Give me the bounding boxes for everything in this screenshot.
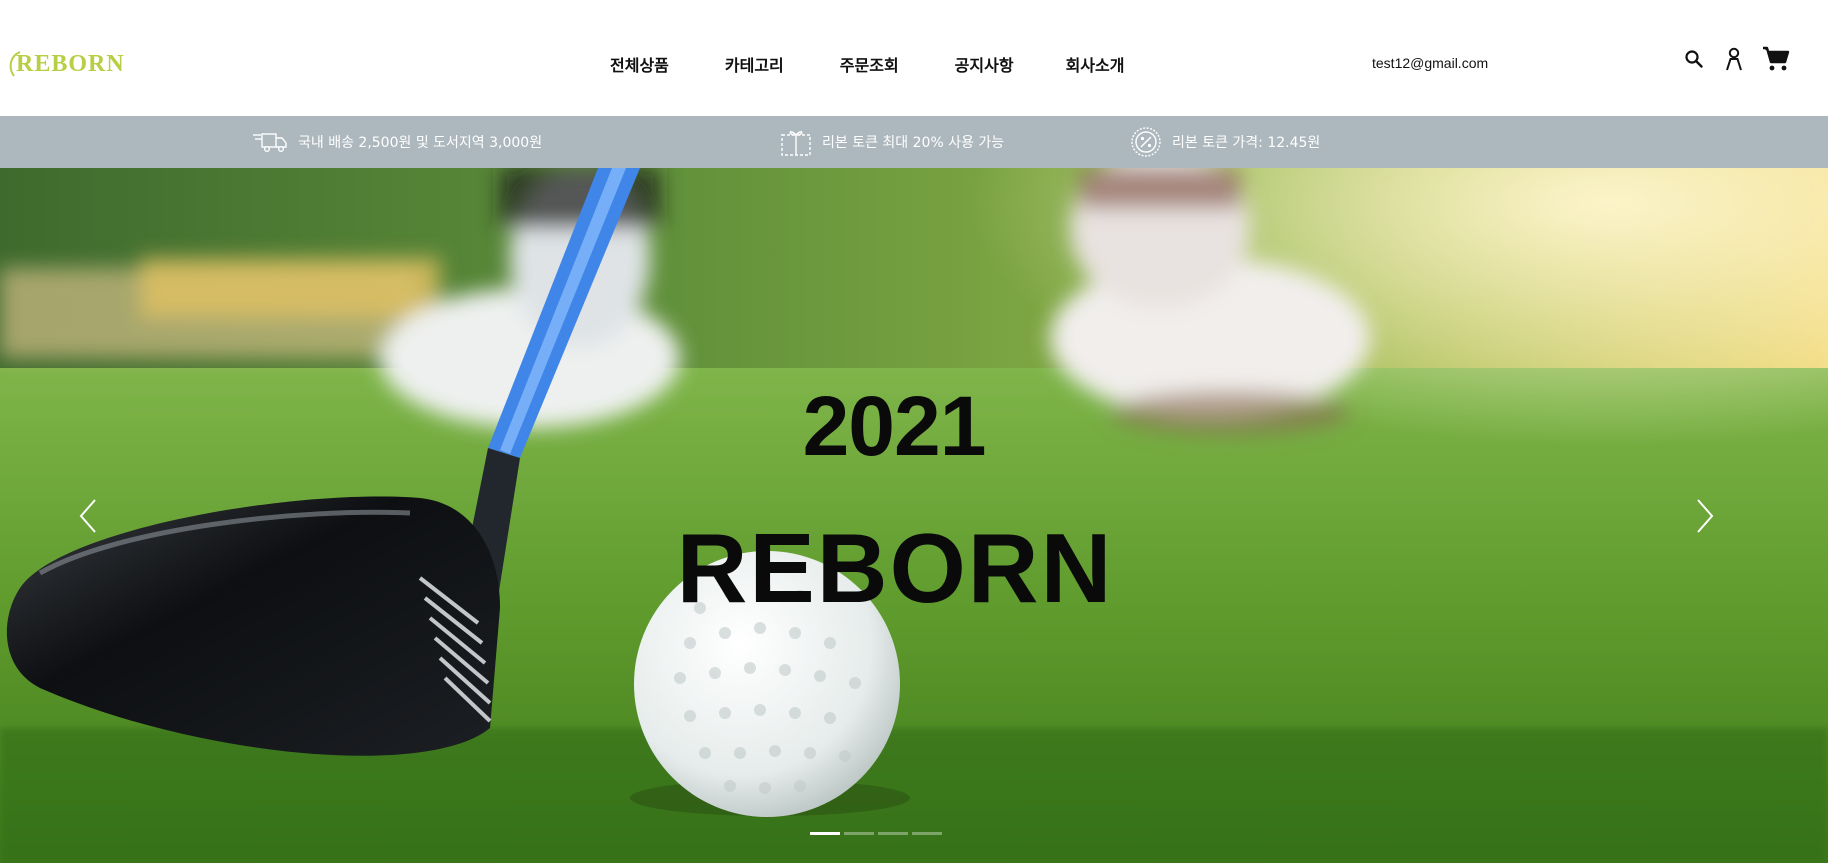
site-logo[interactable]: REBORN [6,44,125,84]
hero-slider: 2021 REBORN [0,168,1828,863]
nav-item-all-products[interactable]: 전체상품 [610,52,669,76]
nav-item-about[interactable]: 회사소개 [1066,52,1125,76]
info-text-token-price: 리본 토큰 가격: 12.45원 [1172,135,1321,151]
hero-title: REBORN [676,513,1114,623]
slider-pagination [810,832,942,835]
percent-badge-icon [1130,126,1162,158]
logo-text: REBORN [16,50,125,77]
nav-item-notice[interactable]: 공지사항 [955,52,1014,76]
main-nav: 전체상품 카테고리 주문조회 공지사항 회사소개 [610,52,1124,76]
delivery-truck-icon [252,131,288,153]
site-header: REBORN 전체상품 카테고리 주문조회 공지사항 회사소개 test12@g… [0,0,1828,116]
nav-item-category[interactable]: 카테고리 [725,52,784,76]
cart-icon[interactable] [1762,46,1790,72]
info-item-token-price: 리본 토큰 가격: 12.45원 [1130,116,1320,168]
slider-dot[interactable] [844,832,874,835]
search-icon[interactable] [1684,49,1704,69]
user-email[interactable]: test12@gmail.com [1372,55,1488,71]
slider-dot[interactable] [810,832,840,835]
info-bar: 국내 배송 2,500원 및 도서지역 3,000원 리본 토큰 최대 20% … [0,116,1828,168]
info-text-token-usage: 리본 토큰 최대 20% 사용 가능 [822,135,1005,151]
header-icons [1684,46,1790,72]
slider-prev-arrow-icon[interactable] [78,498,98,538]
info-item-shipping: 국내 배송 2,500원 및 도서지역 3,000원 [252,116,542,168]
nav-item-order-lookup[interactable]: 주문조회 [840,52,899,76]
gift-coupon-icon [780,127,812,157]
user-icon[interactable] [1724,47,1744,71]
hero-year: 2021 [802,379,987,473]
slider-dot[interactable] [878,832,908,835]
slider-dot[interactable] [912,832,942,835]
slider-next-arrow-icon[interactable] [1695,498,1715,538]
info-item-token-usage: 리본 토큰 최대 20% 사용 가능 [780,116,1004,168]
info-text-shipping: 국내 배송 2,500원 및 도서지역 3,000원 [298,135,543,151]
